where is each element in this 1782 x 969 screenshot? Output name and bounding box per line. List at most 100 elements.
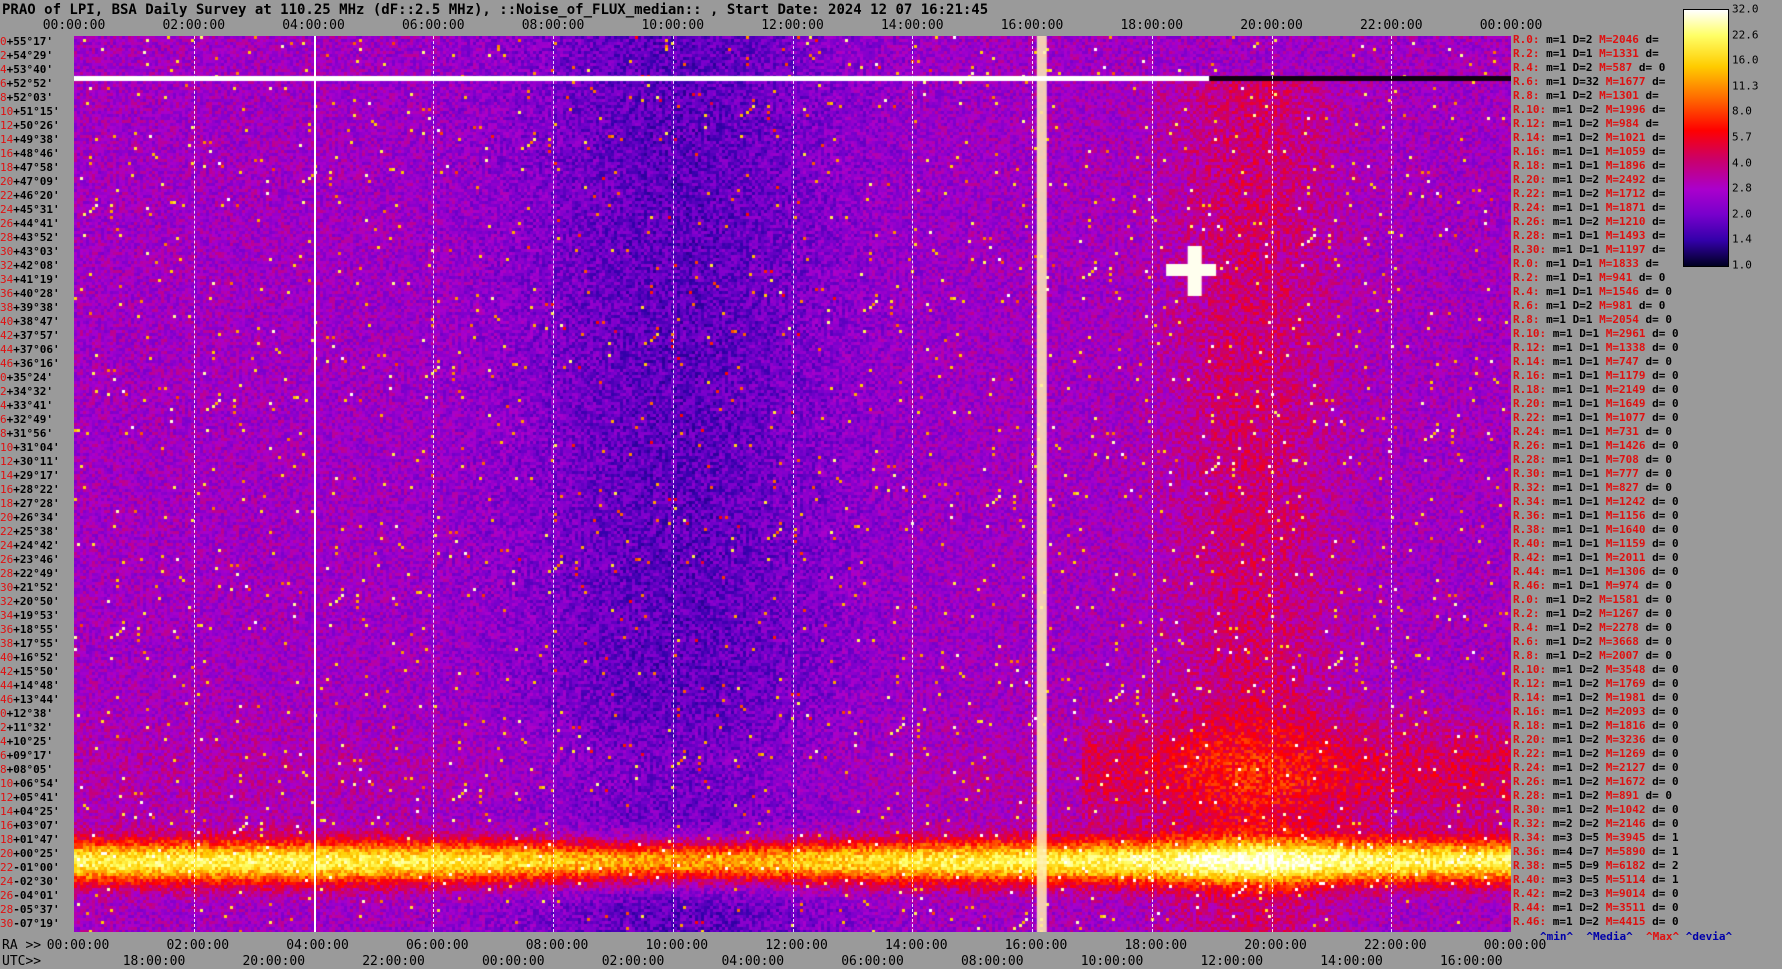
dec-label: 0+35°24' xyxy=(0,372,53,383)
stat-m: m=1 D=1 xyxy=(1552,439,1606,452)
dec-label: 14+04°25' xyxy=(0,806,60,817)
grid-line xyxy=(553,36,554,932)
stat-row: R.14: m=1 D=2 M=1021 d= xyxy=(1513,132,1665,143)
stat-m: d= 0 xyxy=(1652,551,1679,564)
ra-axis-tick: 04:00:00 xyxy=(286,938,349,953)
stat-r: R.2: xyxy=(1513,271,1547,284)
stat-m: m=1 D=2 xyxy=(1552,103,1606,116)
stat-r: R.30: xyxy=(1513,243,1553,256)
dec-index: 26 xyxy=(0,889,14,902)
dec-value: -05°37' xyxy=(13,903,60,916)
stat-m: d= 0 xyxy=(1652,915,1679,928)
dec-index: 6 xyxy=(0,77,7,90)
stat-m: d= xyxy=(1652,131,1666,144)
dec-index: 18 xyxy=(0,833,14,846)
dec-value: +50°26' xyxy=(13,119,60,132)
stat-row: R.28: m=1 D=1 M=1493 d= xyxy=(1513,230,1665,241)
dec-index: 16 xyxy=(0,483,14,496)
stat-m: m=1 D=1 xyxy=(1552,495,1606,508)
stat-mx: M=2127 xyxy=(1605,761,1653,774)
grid-line xyxy=(1032,36,1033,932)
stat-m: d= 0 xyxy=(1652,509,1679,522)
dec-value: +40°28' xyxy=(13,287,60,300)
stat-row: R.4: m=1 D=2 M=2278 d= 0 xyxy=(1513,622,1672,633)
stat-mx: M=1833 xyxy=(1599,257,1646,270)
dec-label: 2+54°29' xyxy=(0,50,53,61)
utc-axis-tick: 00:00:00 xyxy=(481,954,545,969)
dec-value: +37°06' xyxy=(13,343,60,356)
utc-axis-label: UTC>> xyxy=(2,954,42,969)
stat-m: d= xyxy=(1652,75,1666,88)
stat-r: R.28: xyxy=(1513,789,1553,802)
dec-index: 46 xyxy=(0,357,14,370)
stat-mx: M=827 xyxy=(1605,481,1646,494)
stat-row: R.40: m=3 D=5 M=5114 d= 1 xyxy=(1513,874,1679,885)
stat-m: d= 0 xyxy=(1638,299,1666,312)
ra-axis-tick: 16:00:00 xyxy=(1004,938,1068,953)
stat-r: R.16: xyxy=(1513,145,1553,158)
dec-label: 22-01°00' xyxy=(0,862,60,873)
stat-mx: M=3236 xyxy=(1605,733,1653,746)
dec-index: 22 xyxy=(0,861,14,874)
stat-mx: M=941 xyxy=(1599,271,1639,284)
stat-row: R.6: m=1 D=32 M=1677 d= xyxy=(1513,76,1665,87)
stat-row: R.2: m=1 D=1 M=1331 d= xyxy=(1513,48,1659,59)
stat-r: R.8: xyxy=(1513,649,1547,662)
stat-m: d= xyxy=(1652,215,1666,228)
ra-axis-tick: 22:00:00 xyxy=(1363,938,1427,953)
dec-index: 20 xyxy=(0,847,14,860)
stat-m: m=1 D=2 xyxy=(1546,593,1600,606)
stat-mx: M=1210 xyxy=(1605,215,1653,228)
stat-row: R.30: m=1 D=1 M=777 d= 0 xyxy=(1513,468,1672,479)
dec-value: +47°58' xyxy=(13,161,60,174)
dec-label: 28+43°52' xyxy=(0,232,60,243)
stat-m: m=1 D=2 xyxy=(1552,761,1606,774)
top-axis-tick: 04:00:00 xyxy=(282,18,345,33)
stat-mx: M=1267 xyxy=(1599,607,1646,620)
stat-r: R.28: xyxy=(1513,229,1553,242)
dec-value: -04°01' xyxy=(13,889,60,902)
stat-mx: M=3511 xyxy=(1605,901,1653,914)
stat-m: d= 0 xyxy=(1652,383,1679,396)
dec-value: -07°19' xyxy=(13,917,60,930)
dec-index: 44 xyxy=(0,679,14,692)
stat-row: R.0: m=1 D=2 M=1581 d= 0 xyxy=(1513,594,1672,605)
stat-mx: M=1197 xyxy=(1605,243,1653,256)
top-axis-tick: 00:00:00 xyxy=(42,18,106,33)
dec-value: +39°38' xyxy=(13,301,60,314)
stat-m: d= 0 xyxy=(1645,789,1672,802)
stat-r: R.22: xyxy=(1513,747,1553,760)
dec-label: 4+33°41' xyxy=(0,400,53,411)
top-axis-tick: 06:00:00 xyxy=(401,18,465,33)
dec-label: 2+34°32' xyxy=(0,386,53,397)
stat-r: R.36: xyxy=(1513,845,1553,858)
stat-mx: M=1077 xyxy=(1605,411,1653,424)
stat-mx: M=1546 xyxy=(1599,285,1646,298)
stat-row: R.22: m=1 D=2 M=1712 d= xyxy=(1513,188,1665,199)
ra-axis-tick: 20:00:00 xyxy=(1244,938,1307,953)
stat-mx: M=1816 xyxy=(1605,719,1653,732)
dec-label: 16+03°07' xyxy=(0,820,60,831)
stat-m: m=1 D=2 xyxy=(1546,607,1600,620)
dec-index: 34 xyxy=(0,609,14,622)
stat-m: m=1 D=1 xyxy=(1552,397,1606,410)
stat-mx: M=3548 xyxy=(1605,663,1653,676)
stat-m: m=1 D=2 xyxy=(1552,677,1606,690)
stat-m: d= xyxy=(1645,117,1659,130)
dec-index: 2 xyxy=(0,385,7,398)
stat-m: d= xyxy=(1652,243,1666,256)
stat-row: R.12: m=1 D=2 M=1769 d= 0 xyxy=(1513,678,1679,689)
dec-value: +31°04' xyxy=(13,441,60,454)
dec-label: 32+20°50' xyxy=(0,596,60,607)
dec-value: +31°56' xyxy=(6,427,53,440)
dec-index: 46 xyxy=(0,693,14,706)
top-axis-tick: 18:00:00 xyxy=(1120,18,1184,33)
stat-m: d= 0 xyxy=(1645,607,1672,620)
dec-value: +43°52' xyxy=(13,231,60,244)
dec-label: 16+48°46' xyxy=(0,148,60,159)
dec-value: +35°24' xyxy=(6,371,53,384)
stat-m: d= 0 xyxy=(1652,495,1679,508)
bottom-axis: RA >> UTC>> 00:00:00 02:00:00 04:00:00 06:0… xyxy=(0,936,1782,969)
stat-mx: M=1493 xyxy=(1605,229,1653,242)
dec-label: 16+28°22' xyxy=(0,484,60,495)
